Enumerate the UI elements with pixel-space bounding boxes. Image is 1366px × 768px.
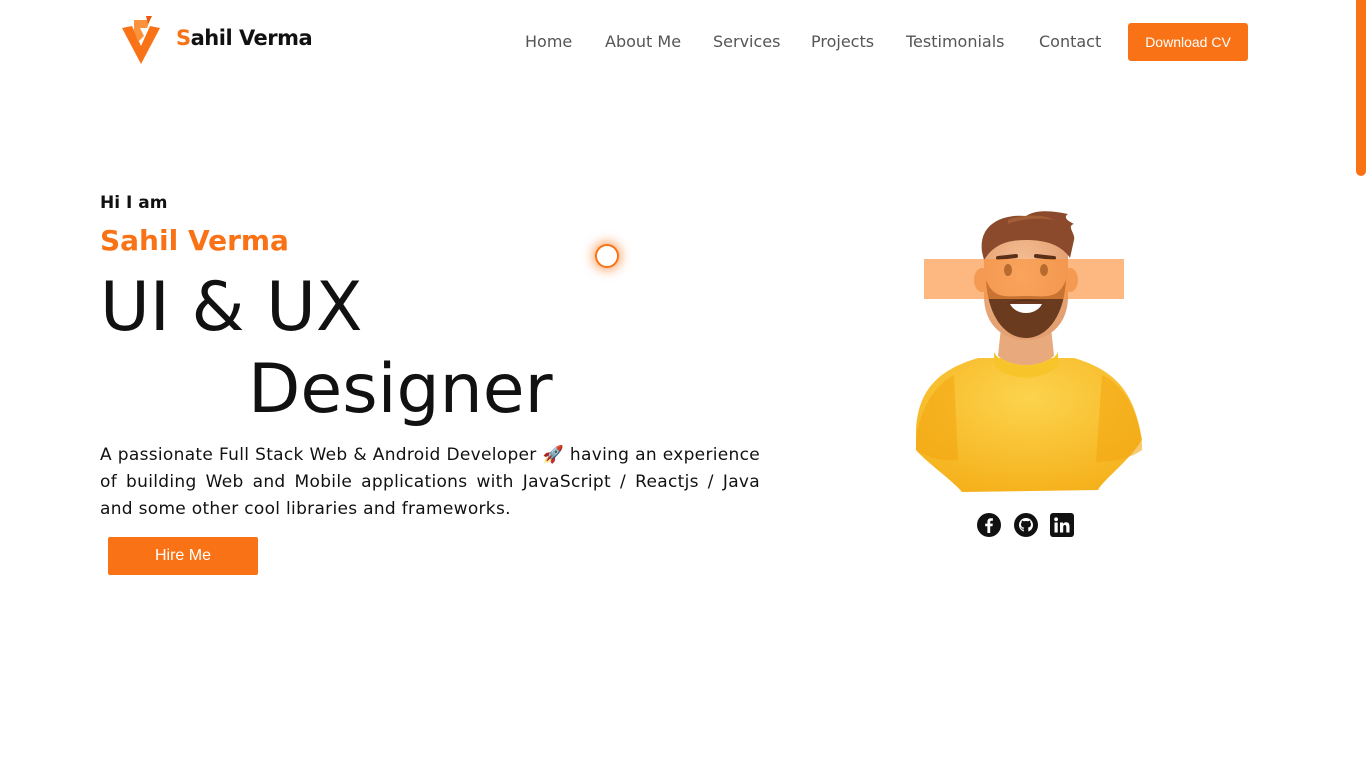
nav-services[interactable]: Services bbox=[713, 32, 780, 51]
hero-description: A passionate Full Stack Web & Android De… bbox=[100, 445, 760, 519]
cursor-ring-icon bbox=[595, 244, 619, 268]
avatar-highlight-band bbox=[924, 259, 1124, 299]
github-icon[interactable] bbox=[1013, 512, 1039, 538]
scrollbar-thumb[interactable] bbox=[1356, 0, 1366, 176]
hero-role-line1: UI & UX bbox=[100, 268, 363, 347]
social-links bbox=[976, 512, 1076, 538]
hire-me-button[interactable]: Hire Me bbox=[108, 537, 258, 575]
download-cv-button[interactable]: Download CV bbox=[1128, 23, 1248, 61]
hero-greeting: Hi I am bbox=[100, 193, 168, 213]
avatar-illustration bbox=[916, 211, 1142, 492]
hero-role-line2: Designer bbox=[248, 350, 553, 429]
nav-projects[interactable]: Projects bbox=[811, 32, 874, 51]
nav-testimonials[interactable]: Testimonials bbox=[906, 32, 1005, 51]
nav-contact[interactable]: Contact bbox=[1039, 32, 1101, 51]
site-header: Sahil Verma Home About Me Services Proje… bbox=[0, 0, 1366, 84]
nav-about-me[interactable]: About Me bbox=[605, 32, 681, 51]
nav-home[interactable]: Home bbox=[525, 32, 572, 51]
hero-name: Sahil Verma bbox=[100, 224, 289, 257]
facebook-icon[interactable] bbox=[976, 512, 1002, 538]
linkedin-icon[interactable] bbox=[1049, 512, 1075, 538]
